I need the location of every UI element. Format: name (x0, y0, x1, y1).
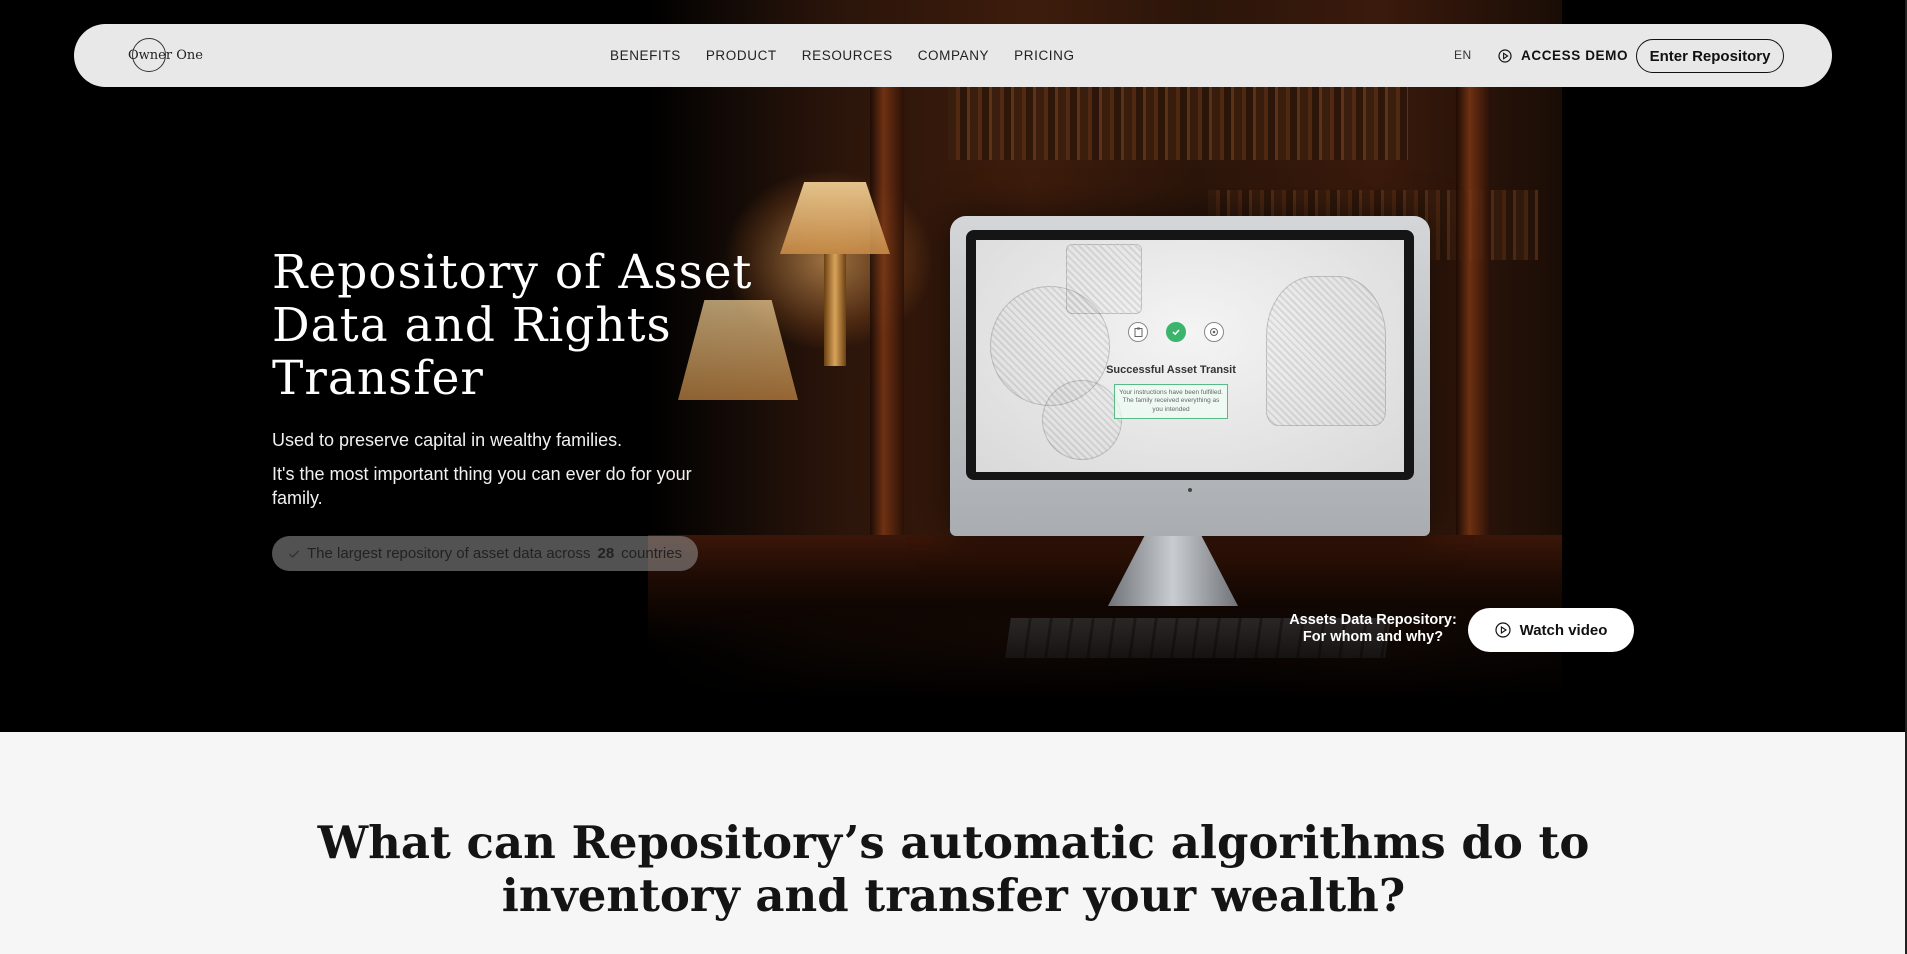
check-icon (289, 550, 299, 558)
watch-video-button[interactable]: Watch video (1468, 608, 1634, 652)
access-demo-label: ACCESS DEMO (1521, 48, 1629, 63)
top-navigation: Owner One BENEFITS PRODUCT RESOURCES COM… (74, 24, 1832, 87)
nav-links: BENEFITS PRODUCT RESOURCES COMPANY PRICI… (610, 24, 1075, 87)
watch-video-label: Watch video (1519, 621, 1608, 639)
nav-link-benefits[interactable]: BENEFITS (610, 48, 681, 63)
hero-subtitle-2: It's the most important thing you can ev… (272, 464, 692, 508)
monitor-image: Successful Asset Transit Your instructio… (950, 216, 1430, 536)
play-circle-icon (1494, 622, 1511, 638)
nav-link-company[interactable]: COMPANY (918, 48, 989, 63)
transit-steps (1128, 322, 1224, 342)
enter-repository-button[interactable]: Enter Repository (1636, 39, 1784, 73)
gold-sketch (1042, 380, 1122, 460)
video-caption-line2: For whom and why? (1302, 629, 1444, 645)
nav-link-resources[interactable]: RESOURCES (802, 48, 893, 63)
screen-title: Successful Asset Transit (1106, 364, 1236, 376)
target-icon (1204, 322, 1224, 342)
hero-title: Repository of Asset Data and Rights Tran… (272, 245, 753, 406)
nav-link-product[interactable]: PRODUCT (706, 48, 777, 63)
monitor-bezel: Successful Asset Transit Your instructio… (966, 230, 1414, 480)
stat-badge: The largest repository of asset data acr… (272, 536, 699, 571)
play-circle-icon (1498, 48, 1512, 63)
monitor-camera (1188, 488, 1192, 492)
logo-text: Owner One (128, 47, 203, 63)
screen-note: Your instructions have been fulfilled. T… (1114, 384, 1228, 420)
wood-column (1456, 80, 1490, 560)
family-sketch (1266, 276, 1386, 426)
check-circle-icon (1166, 322, 1186, 342)
hero-section: Successful Asset Transit Your instructio… (0, 0, 1907, 732)
monitor-screen: Successful Asset Transit Your instructio… (976, 240, 1404, 472)
bookshelf-image (948, 80, 1408, 160)
language-selector[interactable]: EN (1454, 48, 1472, 62)
document-sketch (1066, 244, 1142, 314)
stat-prefix: The largest repository of asset data acr… (307, 545, 591, 562)
access-demo-button[interactable]: ACCESS DEMO (1498, 24, 1628, 87)
video-caption: Assets Data Repository: For whom and why… (1286, 612, 1460, 646)
section-title: What can Repository’s automatic algorith… (317, 816, 1590, 922)
lamp-base-image (824, 254, 846, 366)
stat-number: 28 (597, 545, 615, 562)
video-caption-line1: Assets Data Repository: (1289, 612, 1457, 628)
features-section: What can Repository’s automatic algorith… (0, 732, 1907, 954)
hero-subtitle-1: Used to preserve capital in wealthy fami… (272, 430, 623, 450)
clipboard-icon (1128, 322, 1148, 342)
logo[interactable]: Owner One (128, 38, 203, 72)
wood-column (870, 80, 904, 560)
stat-suffix: countries (621, 545, 683, 562)
nav-link-pricing[interactable]: PRICING (1014, 48, 1074, 63)
